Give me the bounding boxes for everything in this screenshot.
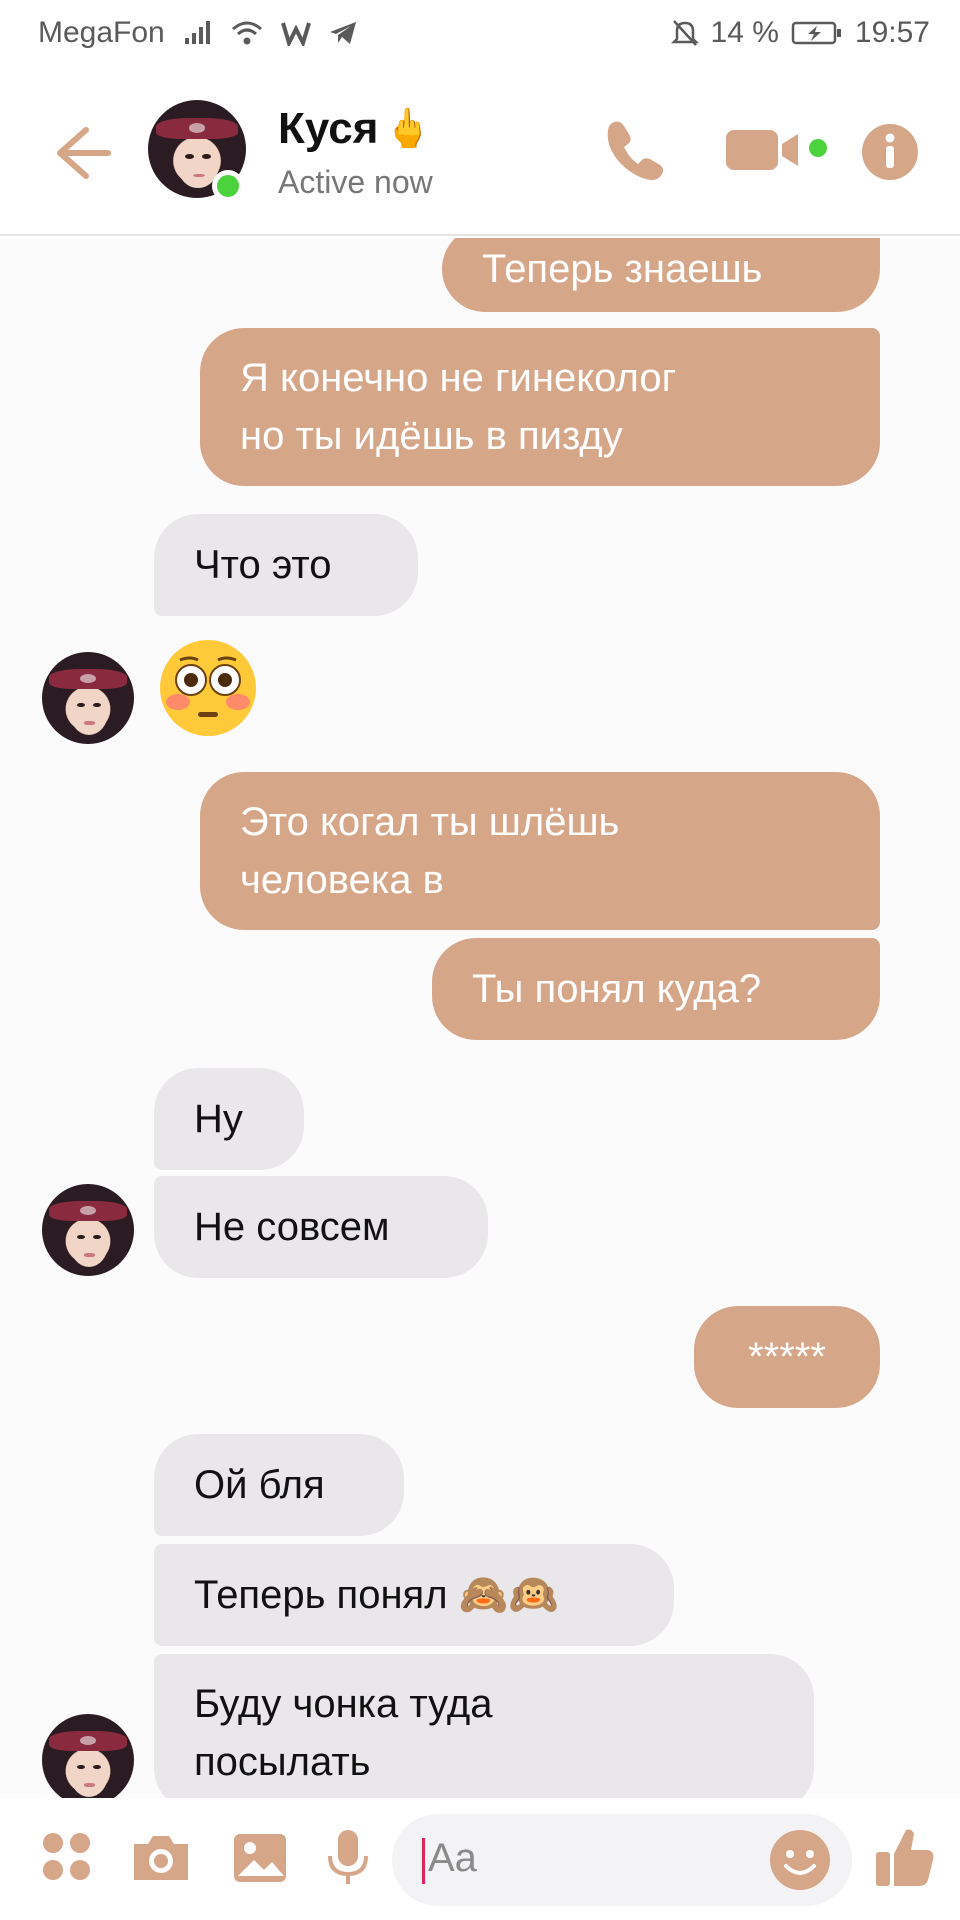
message-incoming[interactable]: Не совсем [154, 1176, 488, 1278]
sender-avatar[interactable] [42, 1714, 134, 1798]
message-composer: Aa [0, 1798, 960, 1920]
message-text: ***** [748, 1335, 826, 1379]
telegram-icon [329, 20, 357, 46]
message-text: Что это [194, 543, 332, 587]
sender-avatar[interactable] [42, 1184, 134, 1276]
message-text: Буду чонка туда посылать [194, 1682, 493, 1784]
message-text: Теперь понял 🙈🙉 [194, 1573, 559, 1617]
message-incoming[interactable]: Ой бля [154, 1434, 404, 1536]
message-outgoing[interactable]: Ты понял куда? [432, 938, 880, 1040]
battery-percent: 14 % [710, 16, 779, 49]
message-incoming[interactable]: Ну [154, 1068, 304, 1170]
message-input[interactable]: Aa [392, 1814, 852, 1906]
clock: 19:57 [854, 16, 930, 49]
message-incoming[interactable]: Что это [154, 514, 418, 616]
thumbs-up-icon[interactable] [872, 1824, 938, 1895]
message-text: Не совсем [194, 1205, 390, 1249]
message-input-placeholder: Aa [428, 1836, 477, 1880]
conversation-header: Куся 🖕 Active now [0, 66, 960, 236]
status-bar: MegaFon 14 % 19:57 [0, 0, 960, 66]
middle-finger-emoji: 🖕 [384, 108, 432, 150]
back-arrow-icon[interactable] [50, 120, 116, 186]
battery-icon [791, 20, 843, 46]
microphone-icon[interactable] [326, 1828, 370, 1893]
message-text: Теперь знаешь [482, 247, 763, 291]
w-app-icon [280, 20, 311, 46]
message-text: Ой бля [194, 1463, 325, 1507]
carrier-label: MegaFon [38, 16, 165, 49]
contact-name[interactable]: Куся 🖕 [278, 104, 432, 154]
message-thread[interactable]: Теперь знаешь Я конечно не гинеколог но … [0, 238, 960, 1798]
presence-status: Active now [278, 164, 433, 200]
message-text: Ты понял куда? [472, 967, 762, 1011]
text-caret [422, 1838, 425, 1884]
phone-icon[interactable] [600, 114, 670, 184]
message-text: Это когал ты шлёшь человека в [240, 800, 620, 902]
signal-icon [183, 20, 213, 46]
gallery-icon[interactable] [232, 1830, 288, 1891]
message-outgoing[interactable]: Это когал ты шлёшь человека в [200, 772, 880, 930]
message-text: Ну [194, 1097, 243, 1141]
flushed-face-emoji[interactable] [156, 636, 260, 740]
message-outgoing[interactable]: Я конечно не гинеколог но ты идёшь в пиз… [200, 328, 880, 486]
message-incoming[interactable]: Теперь понял 🙈🙉 [154, 1544, 674, 1646]
message-incoming[interactable]: Буду чонка туда посылать [154, 1654, 814, 1798]
message-outgoing[interactable]: Теперь знаешь [442, 238, 880, 312]
wifi-icon [231, 20, 263, 46]
emoji-icon[interactable] [768, 1828, 832, 1897]
camera-icon[interactable] [130, 1832, 192, 1889]
video-camera-icon[interactable] [726, 114, 836, 184]
sender-avatar[interactable] [42, 652, 134, 744]
mute-bell-icon [670, 18, 699, 48]
info-icon[interactable] [860, 114, 922, 184]
apps-icon[interactable] [40, 1830, 96, 1891]
message-outgoing[interactable]: ***** [694, 1306, 880, 1408]
online-indicator [212, 170, 244, 202]
contact-name-text: Куся [278, 104, 379, 153]
message-text: Я конечно не гинеколог но ты идёшь в пиз… [240, 356, 677, 458]
